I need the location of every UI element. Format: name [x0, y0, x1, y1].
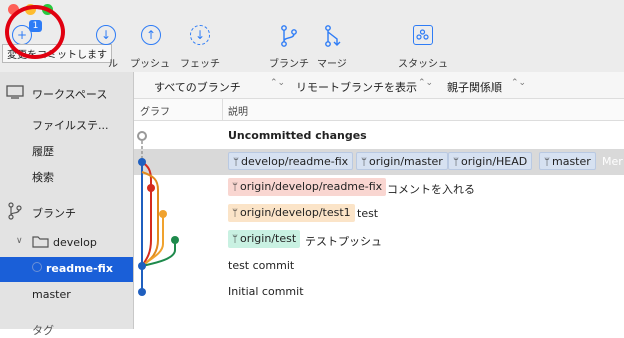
merge-label: マージ: [317, 59, 347, 70]
sidebar-tags[interactable]: タグ: [32, 322, 54, 338]
branch-tag[interactable]: ᛘ origin/develop/readme-fix: [228, 178, 387, 196]
stash-icon: [413, 25, 433, 45]
branch-glyph-icon: ᛘ: [361, 157, 367, 168]
sidebar-workspace[interactable]: ワークスペース: [32, 86, 107, 102]
branch-glyph-icon: ᛘ: [232, 234, 238, 245]
commit-message: Uncommitted changes: [228, 129, 367, 142]
branch-tag-label: origin/test: [240, 232, 297, 245]
current-branch-icon: [32, 262, 42, 272]
sidebar-item-readme-fix[interactable]: readme-fix: [0, 257, 133, 282]
sidebar-item-master[interactable]: master: [32, 288, 71, 301]
sidebar-item-history[interactable]: 履歴: [32, 143, 54, 159]
description-column-header[interactable]: 説明: [228, 103, 248, 118]
graph-node[interactable]: [147, 184, 155, 192]
commit-graph: [137, 131, 179, 296]
graph-column-header[interactable]: グラフ: [140, 103, 170, 118]
branch-tag-label: origin/HEAD: [461, 155, 528, 168]
filter-bar: すべてのブランチ ⌃⌄ リモートブランチを表示 ⌃⌄ 親子関係順 ⌃⌄: [134, 72, 624, 99]
graph-orange-branch: [141, 214, 164, 267]
branch-glyph-icon: ᛘ: [453, 157, 459, 168]
graph-node-uncommitted[interactable]: [137, 131, 147, 141]
graph-node[interactable]: [138, 262, 146, 270]
graph-node[interactable]: [171, 236, 179, 244]
branch-label: ブランチ: [269, 59, 309, 70]
branch-tag-label: develop/readme-fix: [241, 155, 349, 168]
fetch-icon: ↓: [190, 25, 210, 45]
branch-tag-label: origin/develop/test1: [240, 206, 351, 219]
sidebar: ワークスペース ファイルステ... 履歴 検索 ブランチ ∨ develop r…: [0, 72, 134, 337]
sidebar-item-file-status[interactable]: ファイルステ...: [32, 117, 109, 133]
branch-tag-label: origin/develop/readme-fix: [240, 180, 383, 193]
sidebar-item-search[interactable]: 検索: [32, 169, 54, 185]
branch-icon: [281, 25, 297, 47]
branch-tag-label: origin/master: [369, 155, 443, 168]
branch-filter-label: すべてのブランチ: [154, 81, 241, 94]
folder-icon: [32, 236, 49, 248]
sort-order-chevron-icon: ⌃⌄: [511, 78, 527, 88]
branch-glyph-icon: ᛘ: [233, 157, 239, 168]
push-icon: ↑: [141, 25, 161, 45]
sidebar-branches[interactable]: ブランチ: [32, 205, 76, 221]
graph-node[interactable]: [159, 210, 167, 218]
pull-label: ル: [108, 59, 118, 70]
fetch-label: フェッチ: [180, 59, 220, 70]
sort-order-dropdown[interactable]: 親子関係順: [447, 79, 502, 95]
branch-glyph-icon: ᛘ: [544, 157, 550, 168]
column-header: グラフ 説明: [134, 99, 624, 121]
branch-tag[interactable]: ᛘ master: [539, 152, 596, 170]
sort-order-label: 親子関係順: [447, 81, 502, 94]
chevron-down-icon[interactable]: ∨: [16, 236, 23, 246]
branch-glyph-icon: ᛘ: [232, 182, 238, 193]
branch-icon: [8, 202, 22, 220]
push-label: プッシュ: [130, 59, 170, 70]
branch-tag[interactable]: ᛘ origin/master: [356, 152, 448, 170]
commit-message: コメントを入れる: [387, 183, 475, 196]
commit-message: Initial commit: [228, 285, 304, 298]
branch-tag[interactable]: ᛘ origin/HEAD: [448, 152, 533, 170]
branch-tag[interactable]: ᛘ origin/develop/test1: [228, 204, 355, 222]
commit-message: テストプッシュ: [305, 235, 382, 248]
branch-glyph-icon: ᛘ: [232, 208, 238, 219]
merge-icon: [325, 25, 341, 47]
column-divider: [222, 99, 223, 120]
graph-red-branch: [141, 161, 152, 267]
sidebar-folder-develop[interactable]: develop: [53, 236, 97, 249]
branch-tag[interactable]: ᛘ origin/test: [228, 230, 301, 248]
commit-message: test: [357, 207, 379, 220]
commit-message: test commit: [228, 259, 295, 272]
branch-tag[interactable]: ᛘ develop/readme-fix: [228, 152, 354, 170]
branch-filter-chevron-icon: ⌃⌄: [270, 78, 286, 88]
highlight-annotation: [5, 5, 65, 59]
remote-branch-label: リモートブランチを表示: [296, 81, 417, 94]
branch-tag-label: master: [552, 155, 591, 168]
graph-node[interactable]: [138, 158, 146, 166]
stash-label: スタッシュ: [398, 59, 448, 70]
remote-branch-dropdown[interactable]: リモートブランチを表示: [296, 79, 417, 95]
remote-branch-chevron-icon: ⌃⌄: [418, 78, 434, 88]
branch-filter-dropdown[interactable]: すべてのブランチ: [154, 79, 241, 95]
toolbar: + 1 変更をコミットします ↓ ル ↑ プッシュ ↓ フェッチ ブランチ マー…: [0, 0, 624, 73]
monitor-icon: [6, 85, 24, 99]
commit-message: Mer: [602, 155, 623, 168]
pull-icon: ↓: [96, 25, 116, 45]
sidebar-item-readme-fix-label: readme-fix: [46, 262, 113, 275]
graph-node[interactable]: [138, 288, 146, 296]
